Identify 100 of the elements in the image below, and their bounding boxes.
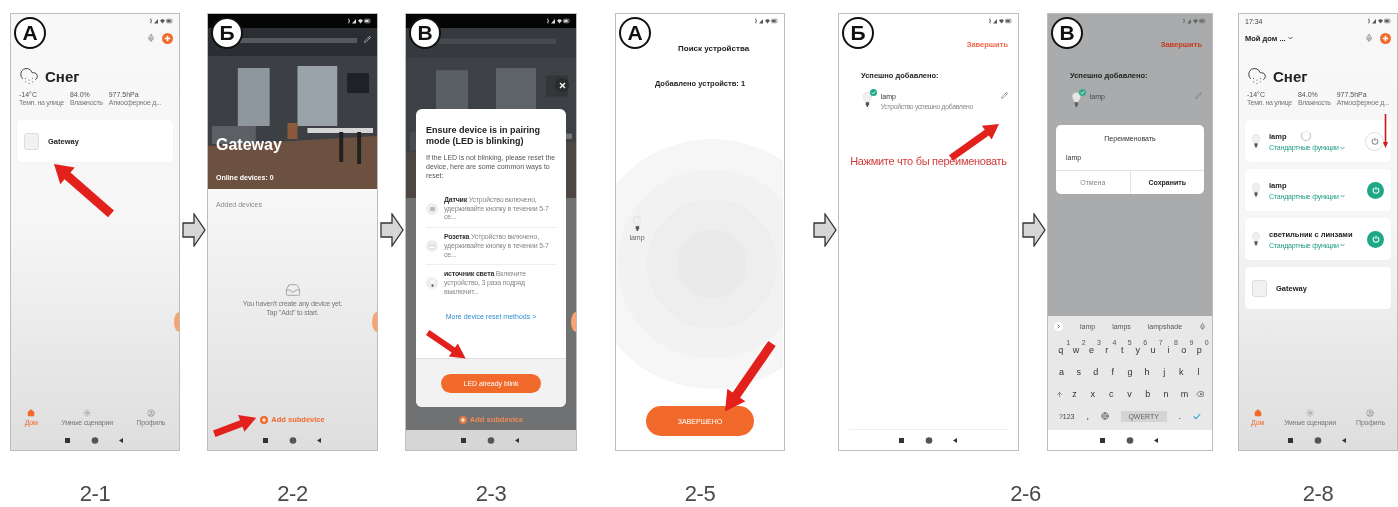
keyboard-key[interactable]: n: [1163, 389, 1169, 399]
gateway-device-icon: [1252, 279, 1267, 297]
keyboard-key[interactable]: c: [1108, 389, 1114, 399]
keyboard-key[interactable]: i: [1167, 345, 1170, 355]
keyboard-key[interactable]: x: [1090, 389, 1096, 399]
figure-caption: 2-8: [1302, 481, 1334, 507]
keyboard-key[interactable]: r: [1105, 345, 1109, 355]
bulb-icon: [632, 216, 642, 232]
bulb-icon: [1072, 92, 1081, 108]
gateway-title: Gateway: [216, 136, 282, 154]
figure-caption: 2-6: [1010, 481, 1041, 507]
screen-title: Поиск устройства: [678, 44, 750, 53]
plus-circle-icon[interactable]: [458, 415, 467, 424]
keyboard-key[interactable]: o: [1181, 345, 1187, 355]
keyboard-key[interactable]: y: [1135, 345, 1140, 355]
chevron-down-icon: [1339, 145, 1345, 150]
power-icon: [1371, 235, 1380, 243]
home-icon: [27, 409, 36, 417]
rename-icon[interactable]: [1001, 92, 1008, 99]
keyboard-key[interactable]: f: [1111, 367, 1115, 377]
status-icons-drawing: [988, 18, 1012, 24]
keyboard-key[interactable]: b: [1145, 389, 1151, 399]
keyboard-key[interactable]: z: [1072, 389, 1077, 399]
plus-circle-icon[interactable]: [260, 415, 269, 424]
chevron-down-icon: [1339, 194, 1345, 198]
mic-icon[interactable]: [1199, 323, 1206, 330]
globe-key[interactable]: [1100, 412, 1109, 420]
keyboard-key[interactable]: a: [1059, 367, 1065, 377]
shift-key[interactable]: [1055, 390, 1063, 398]
keyboard-key[interactable]: d: [1093, 367, 1099, 377]
keyboard-key[interactable]: t: [1121, 345, 1124, 355]
socket-icon: [426, 240, 438, 253]
keyboard-key[interactable]: m: [1180, 389, 1189, 399]
power-button[interactable]: [1367, 181, 1384, 199]
figure-caption: 2-1: [79, 481, 111, 507]
keyboard-key[interactable]: h: [1144, 367, 1150, 377]
add-button[interactable]: [1380, 32, 1391, 44]
power-button[interactable]: [1365, 131, 1384, 151]
sun-icon: [1306, 409, 1315, 417]
keyboard-key[interactable]: w: [1072, 345, 1080, 355]
status-icons-drawing: [754, 18, 778, 24]
comma-key[interactable]: ,: [1086, 411, 1089, 421]
chevron-down-icon: [1287, 36, 1293, 40]
power-icon: [1370, 137, 1379, 145]
bulb-icon: [1252, 232, 1260, 246]
status-icons-drawing: [347, 18, 371, 24]
keyboard-key[interactable]: j: [1163, 367, 1166, 377]
mic-icon[interactable]: [1365, 34, 1373, 42]
sun-icon: [83, 409, 92, 417]
pointer-arrow: [948, 124, 999, 161]
bulb-icon: [1252, 183, 1260, 197]
profile-icon: [1366, 409, 1375, 417]
pointer-arrow: [725, 341, 776, 412]
pointer-arrow: [1382, 114, 1388, 148]
enter-key[interactable]: [1193, 412, 1201, 420]
step-badge: А: [14, 17, 46, 49]
edit-icon[interactable]: [364, 36, 371, 43]
keyboard-key[interactable]: g: [1127, 367, 1133, 377]
bulb-icon: [863, 92, 872, 108]
bulb-icon: [1252, 134, 1260, 148]
power-button[interactable]: [1367, 230, 1384, 248]
pointer-arrow: [212, 415, 256, 438]
home-icon: [1253, 409, 1262, 417]
annotation-text: Нажмите что бы переименовать: [850, 155, 1007, 168]
pointer-arrow: [426, 329, 466, 358]
keyboard-key[interactable]: e: [1088, 345, 1094, 355]
weather-condition: Снег: [1273, 67, 1308, 85]
status-icons-drawing: [1182, 18, 1206, 24]
status-icons-drawing: [546, 18, 570, 24]
figure-caption: 2-2: [277, 481, 308, 507]
status-icons-drawing: [1367, 18, 1391, 24]
expand-icon[interactable]: [1054, 322, 1063, 331]
close-icon: [558, 81, 566, 89]
step-badge: Б: [842, 17, 874, 49]
keyboard-key[interactable]: l: [1197, 367, 1200, 377]
snow-cloud-icon: [1247, 66, 1267, 86]
add-button[interactable]: [162, 32, 173, 44]
bulb-method-icon: [426, 277, 438, 290]
keyboard-key[interactable]: p: [1196, 345, 1202, 355]
weather-condition: Снег: [45, 67, 80, 85]
empty-inbox-icon: [284, 282, 301, 298]
keyboard-key[interactable]: k: [1179, 367, 1184, 377]
step-badge: В: [1051, 17, 1083, 49]
keyboard-key[interactable]: s: [1076, 367, 1081, 377]
keyboard-key[interactable]: u: [1150, 345, 1156, 355]
step-badge: А: [619, 17, 651, 49]
gateway-device-icon: [24, 132, 39, 150]
rename-icon[interactable]: [1195, 92, 1202, 99]
chevron-down-icon: [1339, 243, 1345, 247]
power-icon: [1371, 186, 1380, 194]
period-key[interactable]: .: [1178, 411, 1182, 421]
backspace-key[interactable]: [1196, 390, 1205, 398]
figure-caption: 2-3: [475, 481, 507, 507]
keyboard-key[interactable]: v: [1127, 389, 1132, 399]
mic-icon[interactable]: [147, 34, 155, 42]
status-icons-drawing: [149, 18, 173, 24]
pointer-arrow: [54, 164, 114, 218]
keyboard-key[interactable]: q: [1058, 345, 1064, 355]
figure-caption: 2-5: [684, 481, 716, 507]
snow-cloud-icon: [19, 66, 39, 86]
